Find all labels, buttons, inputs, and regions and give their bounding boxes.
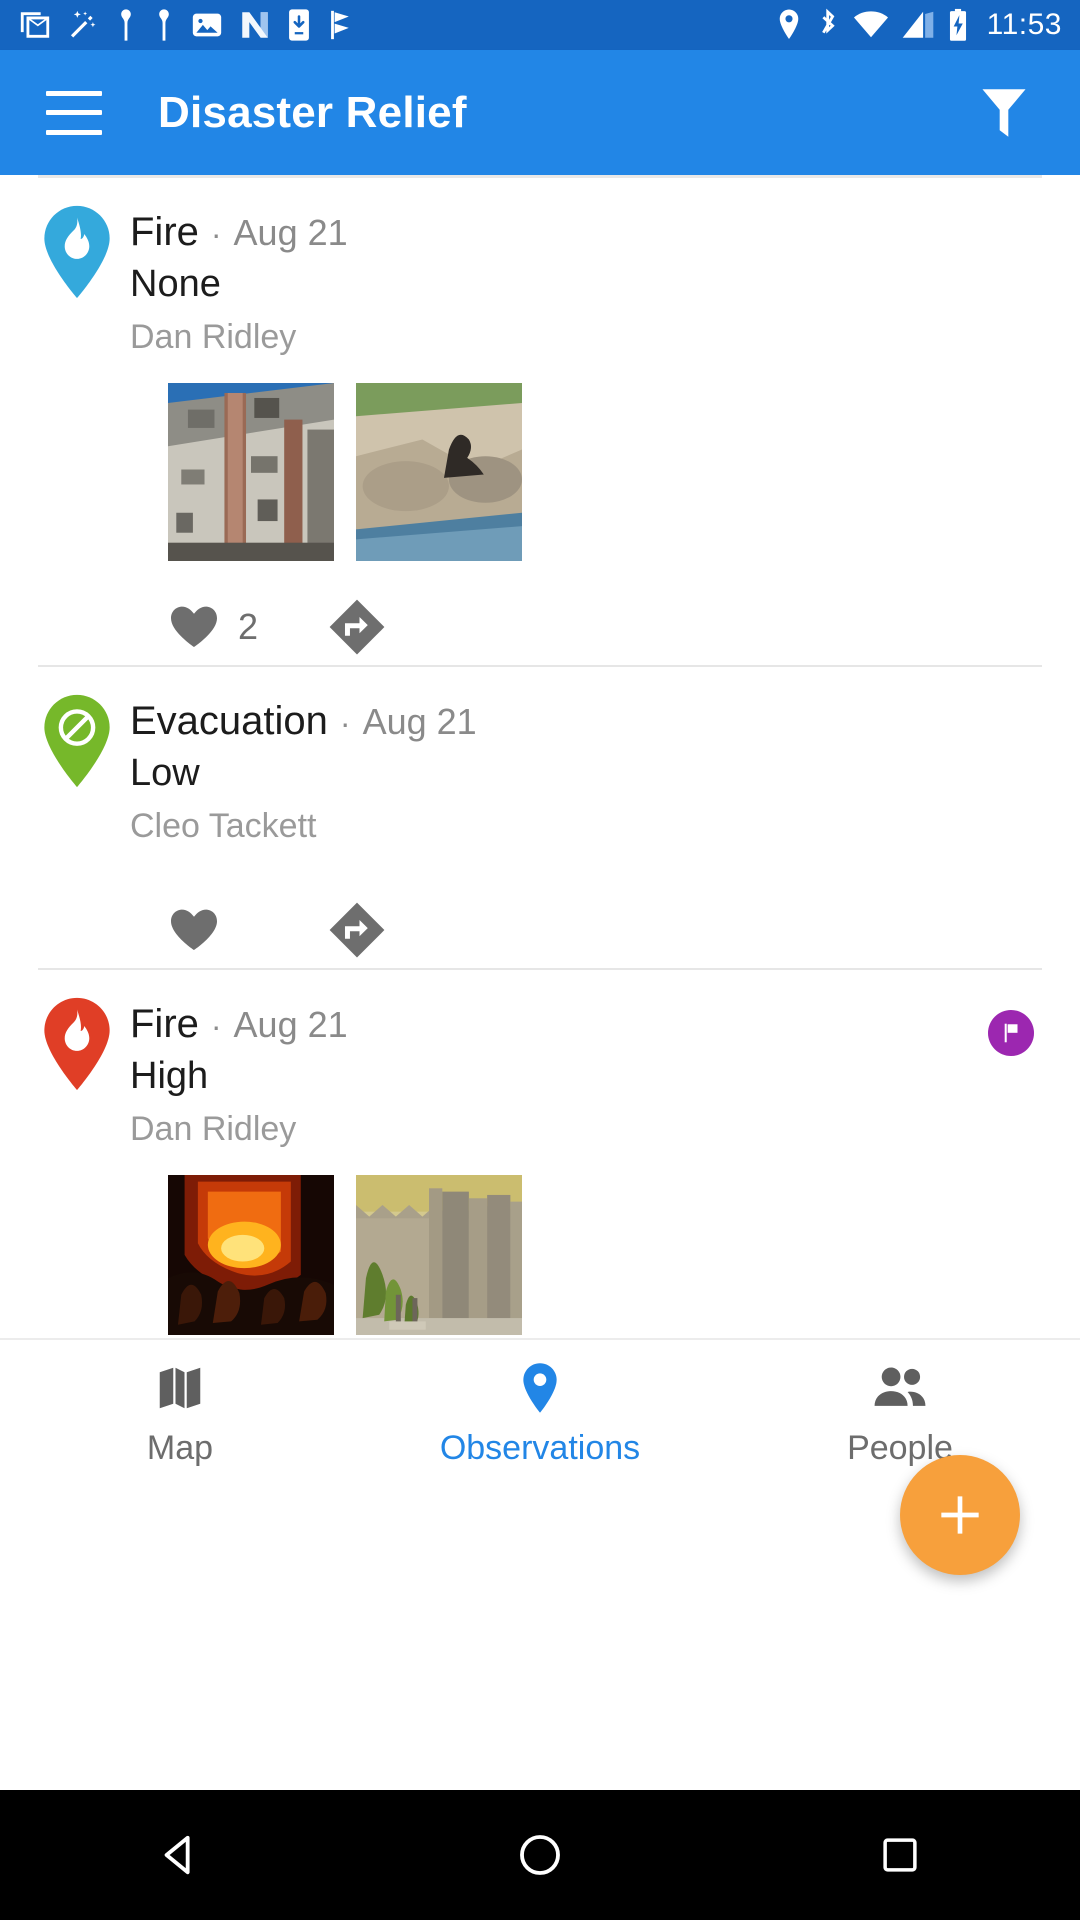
like-button[interactable] <box>168 906 328 954</box>
observation-type: Fire <box>130 1002 199 1046</box>
observation-header: Evacuation · Aug 21 Low Cleo Tackett <box>0 693 1080 846</box>
observation-type: Evacuation <box>130 699 328 743</box>
location-pin-icon <box>523 1362 557 1413</box>
people-icon <box>874 1366 926 1406</box>
pin-person-icon <box>159 9 169 41</box>
download-phone-icon <box>289 9 309 41</box>
observation-photos[interactable] <box>130 1175 1080 1335</box>
magic-wand-icon <box>70 10 96 38</box>
map-pin-flame-icon <box>38 204 116 300</box>
title-separator: · <box>210 1008 222 1044</box>
observation-details: Evacuation · Aug 21 Low Cleo Tackett <box>130 693 1042 846</box>
observation-photo[interactable] <box>356 1175 522 1335</box>
observation-type: Fire <box>130 210 199 254</box>
hamburger-menu-icon[interactable] <box>46 90 102 135</box>
nova-n-icon <box>242 12 268 38</box>
title-separator: · <box>339 705 351 741</box>
checkmark-flag-icon <box>331 10 349 40</box>
photos-icon <box>192 13 222 37</box>
observation-details: Fire · Aug 21 High Dan Ridley <box>130 996 988 1149</box>
location-icon <box>779 9 798 39</box>
observation-photo[interactable] <box>356 383 522 561</box>
observation-date: Aug 21 <box>233 1004 348 1045</box>
observation-date: Aug 21 <box>362 701 477 742</box>
page-title: Disaster Relief <box>158 87 467 137</box>
observation-author: Dan Ridley <box>130 318 297 356</box>
map-icon <box>159 1367 201 1408</box>
observation-author: Dan Ridley <box>130 1110 297 1148</box>
map-pin-flame-icon <box>38 996 116 1092</box>
battery-charging-icon <box>949 8 966 41</box>
gmail-icon <box>20 12 50 38</box>
back-button[interactable] <box>120 1790 240 1920</box>
like-count: 2 <box>238 606 259 647</box>
observation-actions[interactable] <box>130 892 1080 968</box>
observation-photos[interactable] <box>130 383 1080 561</box>
home-button[interactable] <box>480 1790 600 1920</box>
tab-people[interactable]: People <box>720 1361 1080 1468</box>
observation-card[interactable]: Fire · Aug 21 High Dan Ridley <box>0 970 1080 1335</box>
status-bar-system-icons: 11:53 <box>775 8 1062 42</box>
bluetooth-icon <box>821 8 835 34</box>
observation-date: Aug 21 <box>233 212 348 253</box>
map-pin-no-entry-icon <box>38 693 116 789</box>
android-navigation-bar[interactable] <box>0 1790 1080 1920</box>
observation-card[interactable]: Fire · Aug 21 None Dan Ridley 2 <box>0 178 1080 665</box>
observation-header: Fire · Aug 21 None Dan Ridley <box>0 204 1080 357</box>
bottom-navigation[interactable]: Map Observations People <box>0 1338 1080 1488</box>
tab-label-observations: Observations <box>439 1428 641 1467</box>
tab-label-map: Map <box>146 1428 214 1467</box>
wifi-icon <box>853 11 888 38</box>
observation-card[interactable]: Evacuation · Aug 21 Low Cleo Tackett <box>0 667 1080 968</box>
add-observation-fab[interactable] <box>900 1455 1020 1575</box>
observation-details: Fire · Aug 21 None Dan Ridley <box>130 204 1042 357</box>
observation-severity: None <box>130 263 221 305</box>
pin-person-icon <box>121 9 131 41</box>
observation-title-line: Fire · Aug 21 <box>130 210 1042 255</box>
observation-title-line: Fire · Aug 21 <box>130 1002 988 1047</box>
status-bar-clock: 11:53 <box>986 8 1062 41</box>
observation-severity: Low <box>130 752 200 794</box>
observation-actions[interactable]: 2 <box>130 589 1080 665</box>
observation-header: Fire · Aug 21 High Dan Ridley <box>0 996 1080 1149</box>
directions-button[interactable] <box>328 901 386 959</box>
observation-author: Cleo Tackett <box>130 807 317 845</box>
like-button[interactable]: 2 <box>168 603 328 651</box>
observation-list[interactable]: Fire · Aug 21 None Dan Ridley 2 Evacuati… <box>0 175 1080 1335</box>
circle-home-icon <box>520 1835 560 1875</box>
filter-icon[interactable] <box>974 83 1034 143</box>
observation-title-line: Evacuation · Aug 21 <box>130 699 1042 744</box>
square-recents-icon <box>883 1838 917 1872</box>
app-bar: Disaster Relief <box>0 50 1080 175</box>
status-bar-notification-icons <box>18 8 356 42</box>
observation-photo[interactable] <box>168 383 334 561</box>
cellular-signal-icon <box>902 11 933 38</box>
title-separator: · <box>210 216 222 252</box>
flag-badge-icon[interactable] <box>988 1010 1034 1056</box>
triangle-back-icon <box>164 1835 190 1875</box>
directions-button[interactable] <box>328 598 386 656</box>
tab-map[interactable]: Map <box>0 1361 360 1468</box>
recents-button[interactable] <box>840 1790 960 1920</box>
status-bar: 11:53 <box>0 0 1080 50</box>
tab-observations[interactable]: Observations <box>360 1361 720 1468</box>
observation-severity: High <box>130 1055 209 1097</box>
observation-photo[interactable] <box>168 1175 334 1335</box>
